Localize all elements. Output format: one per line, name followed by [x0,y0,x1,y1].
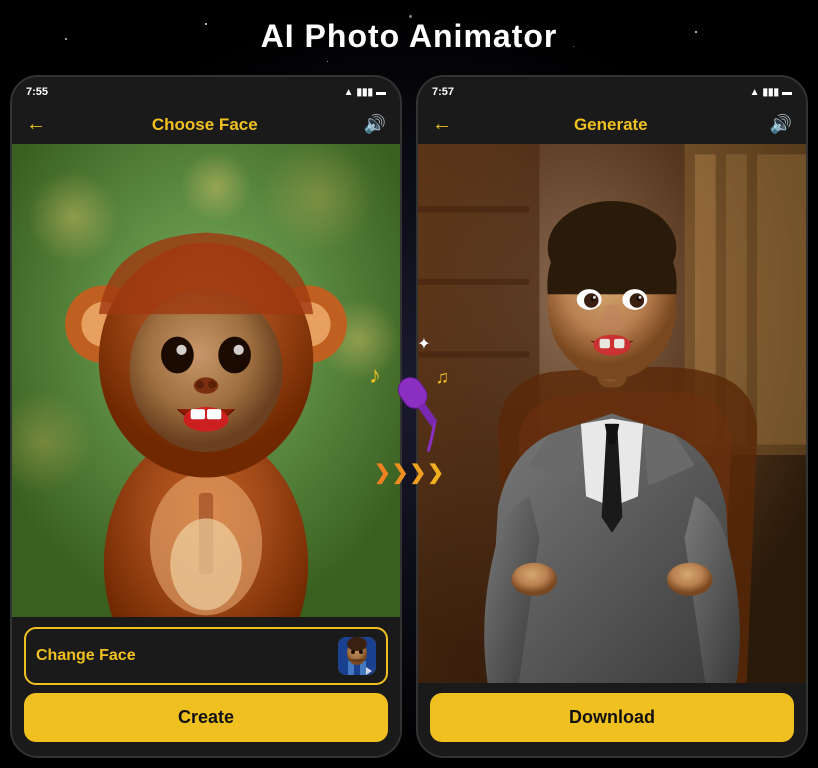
right-image-area [418,144,806,683]
right-sound-button[interactable]: 🔊 [770,114,792,135]
right-back-button[interactable]: ← [432,113,452,136]
right-nav-title: Generate [574,115,648,135]
left-image-area [12,144,400,617]
left-nav-title: Choose Face [152,115,258,135]
right-signal-icon: ▮▮▮ [762,87,779,98]
left-status-icons: ▲ ▮▮▮ ▬ [344,87,386,98]
right-status-time: 7:57 [432,86,454,98]
right-nav-bar: ← Generate 🔊 [418,105,806,144]
phones-container: 7:55 ▲ ▮▮▮ ▬ ← Choose Face 🔊 [10,75,808,758]
messi-face-svg [338,637,376,675]
face-thumbnail [338,637,376,675]
signal-icon: ▮▮▮ [356,87,373,98]
create-button[interactable]: Create [24,693,388,742]
left-status-bar: 7:55 ▲ ▮▮▮ ▬ [12,77,400,105]
man-suit-image [418,144,806,683]
left-sound-button[interactable]: 🔊 [364,114,386,135]
right-battery-icon: ▬ [782,87,792,98]
right-wifi-icon: ▲ [750,87,760,98]
right-status-icons: ▲ ▮▮▮ ▬ [750,87,792,98]
page-title: AI Photo Animator [0,18,818,55]
download-button[interactable]: Download [430,693,794,742]
left-status-time: 7:55 [26,86,48,98]
left-back-button[interactable]: ← [26,113,46,136]
change-face-button[interactable]: Change Face [24,627,388,685]
right-status-bar: 7:57 ▲ ▮▮▮ ▬ [418,77,806,105]
change-face-label: Change Face [36,647,136,665]
left-phone: 7:55 ▲ ▮▮▮ ▬ ← Choose Face 🔊 [10,75,402,758]
right-phone-bottom: Download [418,683,806,756]
wifi-icon: ▲ [344,87,354,98]
left-phone-bottom: Change Face [12,617,400,756]
battery-icon: ▬ [376,87,386,98]
right-phone: 7:57 ▲ ▮▮▮ ▬ ← Generate 🔊 [416,75,808,758]
left-nav-bar: ← Choose Face 🔊 [12,105,400,144]
monkey-child-image [12,144,400,617]
